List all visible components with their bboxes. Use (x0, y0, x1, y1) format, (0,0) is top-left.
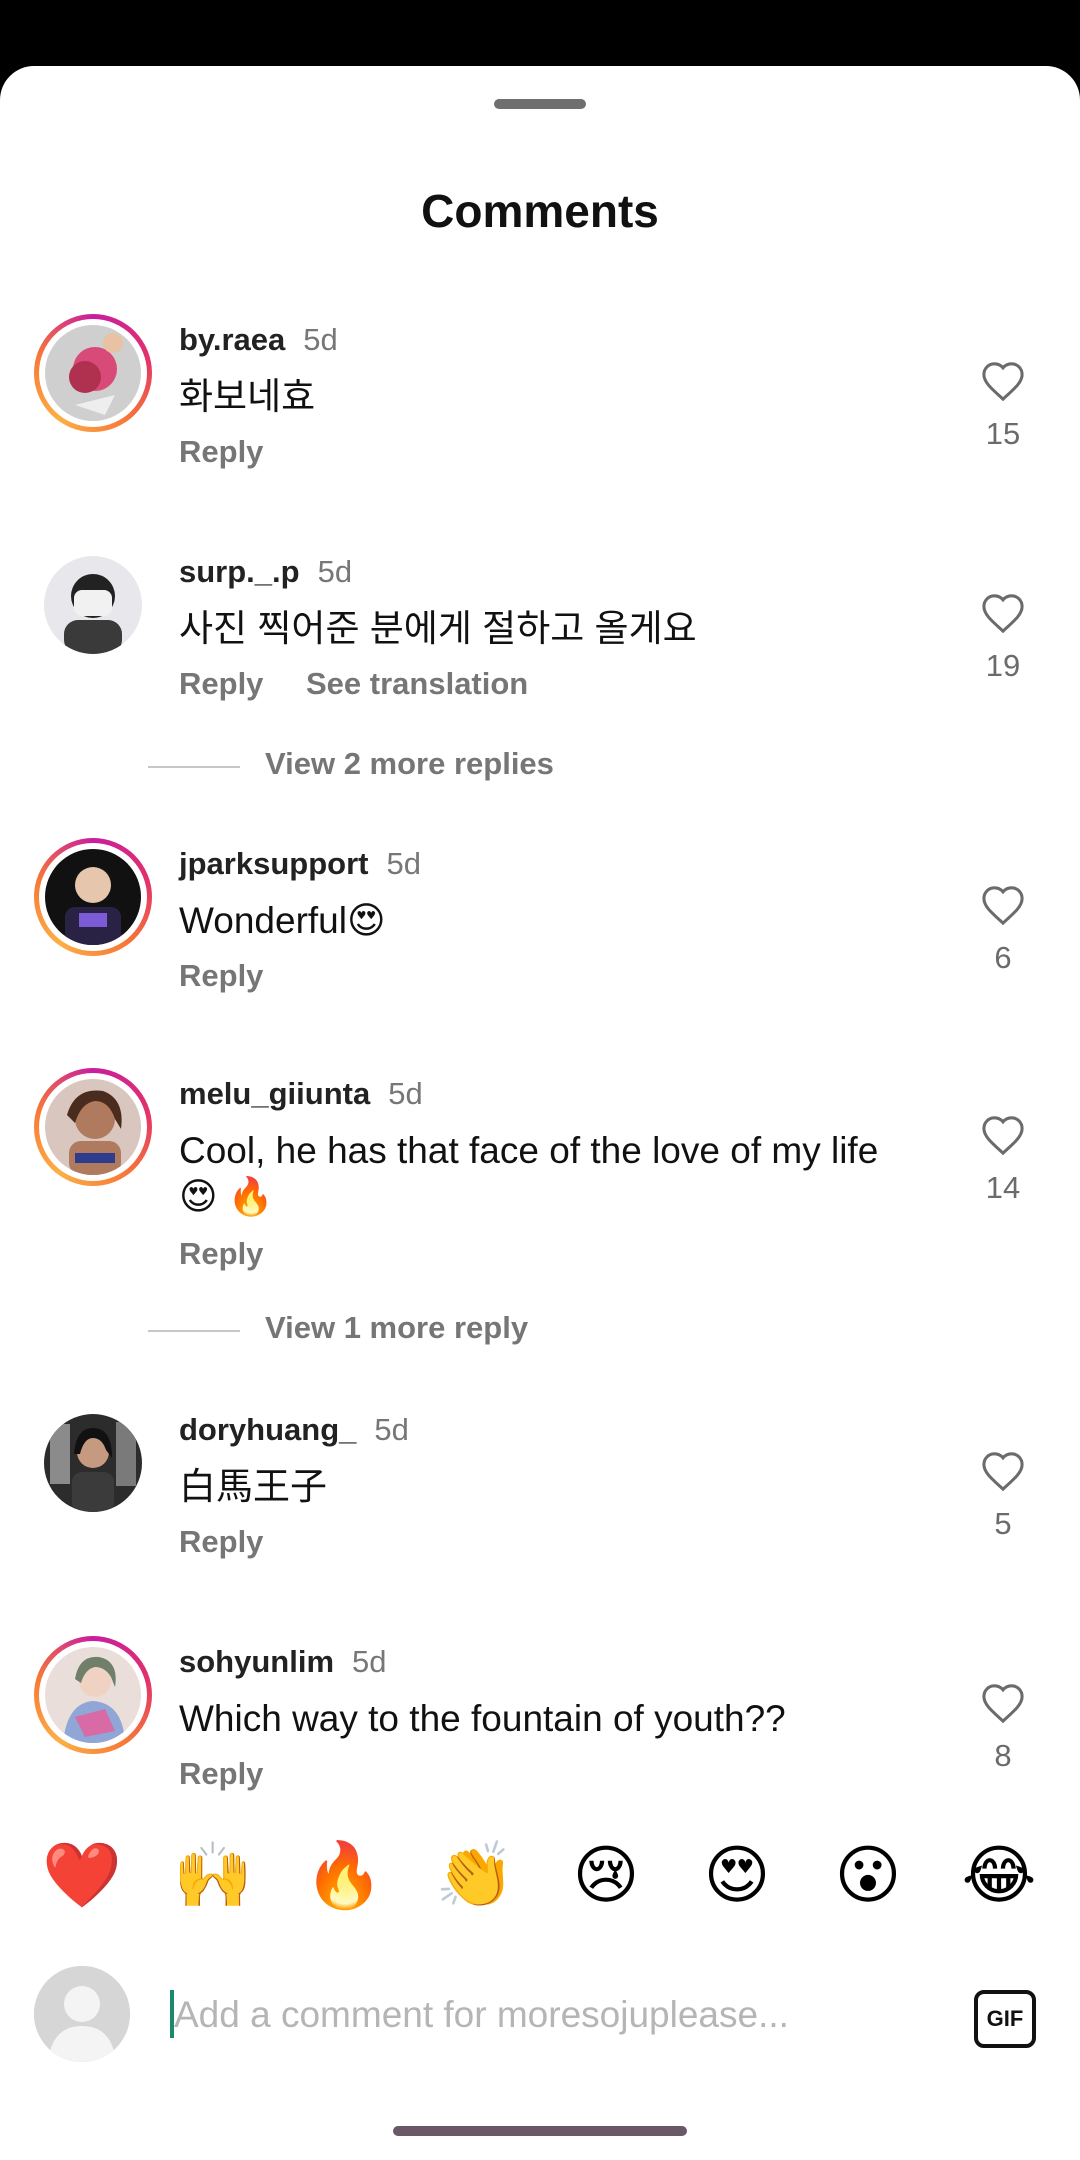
heart-outline-icon[interactable] (980, 360, 1026, 402)
like-button[interactable]: 15 (928, 360, 1078, 452)
divider-line (148, 1330, 240, 1332)
like-count: 15 (985, 416, 1021, 451)
reply-button[interactable]: Reply (179, 1756, 263, 1792)
like-count: 19 (985, 648, 1021, 683)
comment-username[interactable]: sohyunlim 5d (179, 1644, 387, 1680)
heart-outline-icon[interactable] (980, 884, 1026, 926)
comment-text: 사진 찍어준 분에게 절하고 올게요 (179, 608, 697, 649)
avatar-image (45, 1079, 141, 1175)
heart-outline-icon[interactable] (980, 1114, 1026, 1156)
like-count: 8 (994, 1738, 1012, 1773)
comment-username[interactable]: by.raea 5d (179, 322, 338, 358)
reply-button[interactable]: Reply (179, 1236, 263, 1272)
see-translation-button[interactable]: See translation (306, 666, 528, 702)
like-button[interactable]: 5 (928, 1450, 1078, 1542)
avatar-image (45, 325, 141, 421)
avatar[interactable] (34, 314, 152, 432)
comment-input[interactable] (172, 1984, 956, 2046)
heart-outline-icon[interactable] (980, 1450, 1026, 1492)
view-more-replies-label[interactable]: View 1 more reply (265, 1310, 528, 1346)
reaction-heart-eyes-icon[interactable]: 😍 (689, 1828, 785, 1924)
reply-button[interactable]: Reply (179, 1524, 263, 1560)
reaction-fire-icon[interactable]: 🔥 (296, 1828, 392, 1924)
reply-button[interactable]: Reply (179, 666, 263, 702)
divider-line (148, 766, 240, 768)
reaction-crying-icon[interactable]: 😢 (558, 1828, 654, 1924)
like-button[interactable]: 8 (928, 1682, 1078, 1774)
gif-icon[interactable]: GIF (974, 1990, 1036, 2048)
comment-username[interactable]: doryhuang_ 5d (179, 1412, 409, 1448)
heart-outline-icon[interactable] (980, 1682, 1026, 1724)
comment-time: 5d (388, 1076, 423, 1111)
comment-composer: GIF (0, 1966, 1080, 2078)
reaction-clap-icon[interactable]: 👏 (427, 1828, 523, 1924)
comment-username[interactable]: melu_giiunta 5d (179, 1076, 423, 1112)
comment-text: Cool, he has that face of the love of my… (179, 1130, 879, 1217)
avatar-image (44, 556, 142, 654)
like-count: 6 (994, 940, 1012, 975)
avatar[interactable] (34, 1404, 152, 1522)
reply-button[interactable]: Reply (179, 958, 263, 994)
comment-text: 화보네효 (179, 376, 316, 417)
view-more-replies[interactable]: View 2 more replies (148, 746, 848, 786)
reply-button[interactable]: Reply (179, 434, 263, 470)
comment-time: 5d (374, 1412, 409, 1447)
comment-text: 白馬王子 (179, 1466, 327, 1507)
reaction-heart-icon[interactable]: ❤️ (34, 1828, 130, 1924)
comments-sheet: Comments by.raea 5d 화보네효 Reply 15 surp._… (0, 66, 1080, 2160)
comment-time: 5d (352, 1644, 387, 1679)
home-indicator[interactable] (393, 2126, 687, 2136)
avatar[interactable] (34, 1636, 152, 1754)
avatar[interactable] (34, 1068, 152, 1186)
screen: Comments by.raea 5d 화보네효 Reply 15 surp._… (0, 0, 1080, 2160)
comment-username[interactable]: jparksupport 5d (179, 846, 421, 882)
reaction-laughing-icon[interactable]: 😂 (951, 1828, 1047, 1924)
sheet-title: Comments (421, 185, 659, 237)
avatar-image (45, 1647, 141, 1743)
reaction-surprised-icon[interactable]: 😮 (820, 1828, 916, 1924)
view-more-replies[interactable]: View 1 more reply (148, 1310, 848, 1350)
sheet-drag-handle[interactable] (494, 99, 586, 109)
avatar[interactable] (34, 546, 152, 664)
comment-time: 5d (386, 846, 421, 881)
like-count: 14 (985, 1170, 1021, 1205)
like-button[interactable]: 19 (928, 592, 1078, 684)
user-silhouette-icon (34, 1966, 130, 2062)
status-bar (0, 0, 1080, 66)
like-button[interactable]: 14 (928, 1114, 1078, 1206)
avatar[interactable] (34, 838, 152, 956)
quick-reactions-bar: ❤️ 🙌 🔥 👏 😢 😍 😮 😂 (0, 1820, 1080, 1920)
like-count: 5 (994, 1506, 1012, 1541)
reaction-raised-hands-icon[interactable]: 🙌 (165, 1828, 261, 1924)
comment-time: 5d (317, 554, 353, 589)
heart-outline-icon[interactable] (980, 592, 1026, 634)
comment-text: Which way to the fountain of youth?? (179, 1698, 786, 1739)
like-button[interactable]: 6 (928, 884, 1078, 976)
comment-username[interactable]: surp._.p 5d (179, 554, 352, 590)
avatar-image (44, 1414, 142, 1512)
comment-time: 5d (303, 322, 338, 357)
comment-text: Wonderful😍 (179, 900, 386, 941)
view-more-replies-label[interactable]: View 2 more replies (265, 746, 554, 782)
avatar-image (45, 849, 141, 945)
